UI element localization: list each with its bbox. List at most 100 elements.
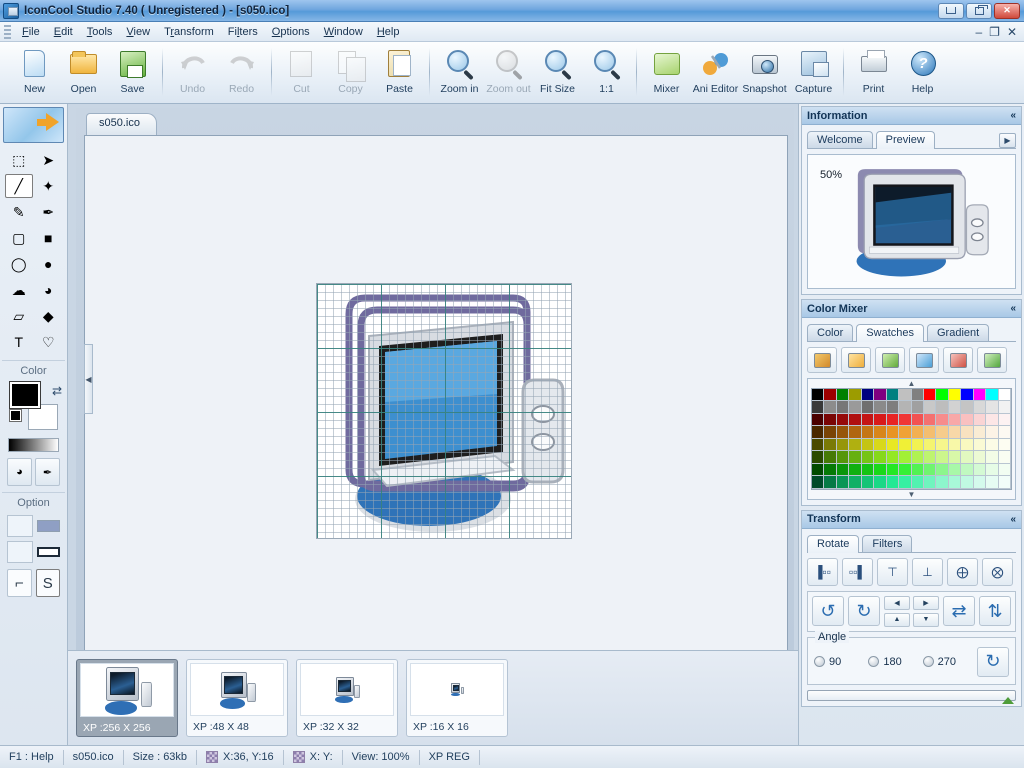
swatch-cell[interactable] xyxy=(824,451,837,464)
swatch-cell[interactable] xyxy=(874,451,887,464)
align-bottom-button[interactable]: ⊥ xyxy=(912,557,943,586)
swatch-cell[interactable] xyxy=(923,426,937,439)
swatch-cell[interactable] xyxy=(923,476,937,489)
pencil-style-option[interactable] xyxy=(7,541,33,563)
paint-bucket-tool[interactable]: ◕ xyxy=(35,278,63,302)
swatch-cell[interactable] xyxy=(849,401,862,414)
swatch-cell[interactable] xyxy=(948,413,962,427)
swatch-cell[interactable] xyxy=(948,389,962,402)
swatch-cell[interactable] xyxy=(911,401,924,414)
toolbar-button-undo[interactable]: Undo xyxy=(168,46,217,102)
swatch-cell[interactable] xyxy=(998,438,1011,452)
swatch-cell[interactable] xyxy=(861,476,875,489)
foreground-color-swatch[interactable] xyxy=(9,381,41,409)
swatch-cell[interactable] xyxy=(874,463,887,477)
swatch-cell[interactable] xyxy=(861,451,875,464)
swatch-cell[interactable] xyxy=(899,463,912,477)
tab-rotate[interactable]: Rotate xyxy=(807,534,860,553)
rectangle-tool[interactable]: ▢ xyxy=(5,226,33,250)
swatch-cell[interactable] xyxy=(874,413,887,427)
swatch-cell[interactable] xyxy=(886,389,900,402)
icon-canvas[interactable] xyxy=(316,283,572,539)
slider-knob[interactable] xyxy=(1002,696,1014,704)
swatch-cell[interactable] xyxy=(874,426,887,439)
swatch-cell[interactable] xyxy=(824,426,837,439)
canvas-pane[interactable]: ◀ ▼ xyxy=(84,135,788,699)
swatch-cell[interactable] xyxy=(986,463,999,477)
swatch-cell[interactable] xyxy=(986,413,999,427)
thumbnail-16[interactable]: XP :16 X 16 xyxy=(406,659,508,737)
swatch-cell[interactable] xyxy=(961,451,974,464)
eyedropper-tool[interactable]: ✎ xyxy=(5,200,33,224)
swatch-cell[interactable] xyxy=(849,438,862,452)
toolbar-button-capture[interactable]: Capture xyxy=(789,46,838,102)
swatch-cell[interactable] xyxy=(899,451,912,464)
align-left-button[interactable]: ▐▫▫ xyxy=(807,557,838,586)
swatch-scroll-down-icon[interactable]: ▼ xyxy=(811,490,1012,499)
swatch-cell[interactable] xyxy=(973,426,987,439)
curve-shape-button[interactable]: S xyxy=(35,569,60,597)
toolbar-button-fit-size[interactable]: Fit Size xyxy=(533,46,582,102)
chevron-collapse-icon[interactable]: « xyxy=(1010,110,1016,121)
center-vertically-button[interactable]: ⨂ xyxy=(982,557,1013,586)
swatch-cell[interactable] xyxy=(936,413,949,427)
flip-horizontal-button[interactable]: ⇄ xyxy=(943,596,975,626)
toolbar-button-copy[interactable]: Copy xyxy=(326,46,375,102)
toolbar-button-one-to-one[interactable]: 1:1 xyxy=(582,46,631,102)
toolbar-button-open[interactable]: Open xyxy=(59,46,108,102)
swatch-cell[interactable] xyxy=(849,389,862,402)
swatch-cell[interactable] xyxy=(911,413,924,427)
toolbar-button-zoom-out[interactable]: Zoom out xyxy=(484,46,533,102)
swatch-scroll-up-icon[interactable]: ▲ xyxy=(811,379,1012,388)
mdi-minimize-button[interactable]: – xyxy=(975,25,982,39)
canvas-collapse-handle[interactable]: ◀ xyxy=(84,344,93,414)
swatch-cell[interactable] xyxy=(836,426,850,439)
shape-style-option[interactable] xyxy=(7,515,33,537)
brush-tool[interactable]: ✒ xyxy=(35,200,63,224)
swatch-cell[interactable] xyxy=(973,401,987,414)
swatch-cell[interactable] xyxy=(874,401,887,414)
swatch-cell[interactable] xyxy=(824,413,837,427)
angle-radio-270[interactable]: 270 xyxy=(922,656,971,668)
swatch-cell[interactable] xyxy=(861,426,875,439)
chevron-collapse-icon[interactable]: « xyxy=(1010,514,1016,525)
nudge-right-button[interactable]: ▶ xyxy=(913,595,939,610)
toolbar-button-ani-editor[interactable]: Ani Editor xyxy=(691,46,740,102)
swatch-cell[interactable] xyxy=(824,389,837,402)
swatch-cell[interactable] xyxy=(861,389,875,402)
toolbar-button-help[interactable]: ? Help xyxy=(898,46,947,102)
close-button[interactable]: ✕ xyxy=(994,2,1020,19)
swatch-cell[interactable] xyxy=(886,463,900,477)
feather-option[interactable]: ✒ xyxy=(35,458,60,486)
swatch-cell[interactable] xyxy=(886,413,900,427)
swatch-cell[interactable] xyxy=(973,413,987,427)
swatch-cell[interactable] xyxy=(812,401,825,414)
menu-item-options[interactable]: Options xyxy=(265,24,317,40)
swatch-cell[interactable] xyxy=(923,401,937,414)
toolbar-button-paste[interactable]: Paste xyxy=(375,46,424,102)
swatch-cell[interactable] xyxy=(973,463,987,477)
swatch-cell[interactable] xyxy=(899,413,912,427)
transform-panel-header[interactable]: Transform « xyxy=(802,510,1021,529)
swatch-cell[interactable] xyxy=(961,401,974,414)
swatch-cell[interactable] xyxy=(936,438,949,452)
swatch-cell[interactable] xyxy=(861,413,875,427)
nudge-down-button[interactable]: ▼ xyxy=(913,612,939,627)
swatch-cell[interactable] xyxy=(824,438,837,452)
swatch-cell[interactable] xyxy=(973,476,987,489)
gradient-tool[interactable]: ◆ xyxy=(35,304,63,328)
restore-button[interactable] xyxy=(966,2,992,19)
swatch-cell[interactable] xyxy=(911,451,924,464)
swatch-cell[interactable] xyxy=(836,476,850,489)
gradient-bar[interactable] xyxy=(8,438,59,452)
swatch-cell[interactable] xyxy=(874,438,887,452)
polyline-shape-button[interactable]: ⌐ xyxy=(7,569,32,597)
swatch-cell[interactable] xyxy=(849,413,862,427)
menu-item-view[interactable]: View xyxy=(119,24,157,40)
swatch-cell[interactable] xyxy=(948,451,962,464)
swatch-cell[interactable] xyxy=(936,463,949,477)
swatch-cell[interactable] xyxy=(986,451,999,464)
swatch-cell[interactable] xyxy=(923,389,937,402)
swatch-cell[interactable] xyxy=(899,438,912,452)
shape-fill-preview[interactable] xyxy=(37,520,60,532)
